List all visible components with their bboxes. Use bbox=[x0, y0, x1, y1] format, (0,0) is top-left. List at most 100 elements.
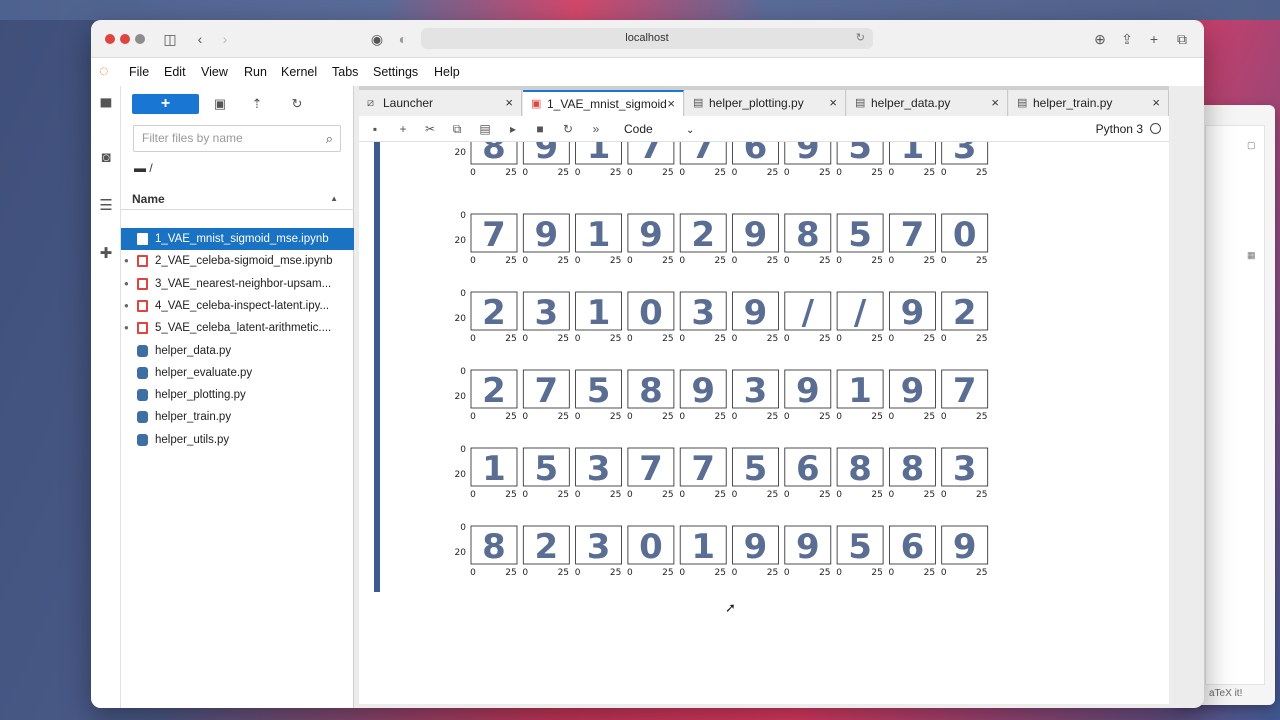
close-tab-icon[interactable]: × bbox=[667, 92, 675, 116]
close-tab-icon[interactable]: × bbox=[991, 90, 999, 116]
close-tab-icon[interactable]: × bbox=[829, 90, 837, 116]
zoom-window-button[interactable] bbox=[135, 34, 145, 44]
menu-file[interactable]: File bbox=[129, 58, 149, 86]
x-tick-label: 0 bbox=[679, 490, 685, 500]
minimize-window-button[interactable] bbox=[120, 34, 130, 44]
new-launcher-button[interactable]: + bbox=[132, 94, 199, 114]
extensions-icon[interactable]: ✚ bbox=[96, 244, 116, 264]
x-tick-label: 25 bbox=[714, 568, 725, 578]
x-tick-label: 0 bbox=[836, 568, 842, 578]
digit-glyph: 9 bbox=[796, 527, 820, 567]
notebook-panel[interactable]: 8 0 25 9 0 25 1 0 25 7 0 25 7 0 25 6 0 25 9 0 25 5 0 25 1 0 25 3 0 25… bbox=[359, 142, 1169, 704]
file-item[interactable]: helper_data.py bbox=[121, 340, 354, 362]
kernel-indicator[interactable]: Python 3 bbox=[1096, 116, 1161, 142]
file-item[interactable]: 1_VAE_mnist_sigmoid_mse.ipynb bbox=[121, 228, 354, 250]
file-list-header[interactable]: Name ▲ bbox=[121, 188, 354, 210]
notebook-icon bbox=[137, 277, 148, 290]
tab-helper-train-py[interactable]: ▤ helper_train.py × bbox=[1009, 90, 1169, 116]
x-tick-label: 0 bbox=[732, 412, 738, 422]
stop-icon[interactable]: ■ bbox=[530, 119, 550, 139]
file-item[interactable]: helper_utils.py bbox=[121, 429, 354, 451]
digit-panel: 10 25 bbox=[470, 447, 518, 500]
breadcrumb[interactable]: ▬ / bbox=[134, 161, 153, 177]
address-bar[interactable]: localhost ↻ bbox=[421, 28, 873, 49]
digit-panel: 90 25 bbox=[941, 525, 989, 578]
tab-launcher[interactable]: ⧄ Launcher × bbox=[359, 90, 522, 116]
digit-panel: 30 25 bbox=[522, 291, 570, 344]
back-icon[interactable]: ‹ bbox=[191, 30, 209, 48]
fast-forward-icon[interactable]: » bbox=[586, 119, 606, 139]
insert-cell-icon[interactable]: + bbox=[393, 119, 413, 139]
reload-icon[interactable]: ↻ bbox=[856, 28, 865, 49]
digit-glyph: 2 bbox=[482, 371, 506, 411]
digit-panel: 60 25 bbox=[732, 142, 779, 178]
digit-panel: 30 25 bbox=[941, 447, 989, 500]
digit-panel: 30 25 bbox=[732, 369, 779, 422]
run-icon[interactable]: ▸ bbox=[503, 119, 523, 139]
x-tick-label: 25 bbox=[714, 168, 725, 178]
file-name: helper_utils.py bbox=[155, 433, 230, 446]
x-tick-label: 25 bbox=[819, 168, 830, 178]
close-window-button[interactable] bbox=[105, 34, 115, 44]
x-tick-label: 25 bbox=[767, 168, 778, 178]
paste-icon[interactable]: ▤ bbox=[475, 119, 495, 139]
download-icon[interactable]: ⊕ bbox=[1091, 30, 1109, 48]
digit-panel: 90 25 bbox=[732, 525, 779, 578]
x-tick-label: 25 bbox=[610, 256, 621, 266]
notebook-icon bbox=[137, 233, 148, 245]
digit-panel: 20 25 bbox=[470, 291, 518, 344]
cut-icon[interactable]: ✂ bbox=[420, 119, 440, 139]
menu-view[interactable]: View bbox=[201, 58, 228, 86]
new-tab-icon[interactable]: + bbox=[1145, 30, 1163, 48]
copy-icon[interactable]: ⧉ bbox=[447, 119, 467, 139]
digit-glyph: 9 bbox=[901, 293, 925, 333]
reader-icon[interactable]: ◐ bbox=[394, 30, 412, 48]
close-tab-icon[interactable]: × bbox=[1152, 90, 1160, 116]
digit-glyph: 9 bbox=[744, 215, 768, 255]
file-icon: ▤ bbox=[855, 97, 866, 109]
file-item[interactable]: ● 5_VAE_celeba_latent-arithmetic.... bbox=[121, 317, 354, 339]
x-tick-label: 0 bbox=[575, 490, 581, 500]
privacy-icon[interactable]: ◉ bbox=[368, 30, 386, 48]
filter-files-input[interactable]: Filter files by name ⌕ bbox=[133, 125, 341, 152]
share-icon[interactable]: ⇪ bbox=[1118, 30, 1136, 48]
python-icon bbox=[137, 433, 148, 446]
new-folder-icon[interactable]: ▣ bbox=[210, 94, 230, 114]
x-tick-label: 0 bbox=[522, 334, 528, 344]
forward-icon[interactable]: › bbox=[216, 30, 234, 48]
digit-panel: 10 25 bbox=[836, 369, 884, 422]
x-tick-label: 25 bbox=[924, 490, 935, 500]
folder-icon[interactable]: ▀ bbox=[96, 98, 116, 118]
file-item[interactable]: ● 2_VAE_celeba-sigmoid_mse.ipynb bbox=[121, 250, 354, 272]
y-tick-label: 20 bbox=[455, 548, 467, 558]
save-icon[interactable]: ▪ bbox=[365, 119, 385, 139]
x-tick-label: 25 bbox=[819, 568, 830, 578]
table-of-contents-icon[interactable]: ☰ bbox=[96, 196, 116, 216]
file-item[interactable]: helper_plotting.py bbox=[121, 384, 354, 406]
menu-help[interactable]: Help bbox=[434, 58, 460, 86]
tab-helper-plotting-py[interactable]: ▤ helper_plotting.py × bbox=[685, 90, 846, 116]
menu-run[interactable]: Run bbox=[244, 58, 267, 86]
upload-icon[interactable]: ⇡ bbox=[247, 94, 267, 114]
digit-glyph: 6 bbox=[744, 142, 768, 167]
tab-helper-data-py[interactable]: ▤ helper_data.py × bbox=[847, 90, 1008, 116]
file-item[interactable]: helper_train.py bbox=[121, 406, 354, 428]
menu-tabs[interactable]: Tabs bbox=[332, 58, 358, 86]
tab-overview-icon[interactable]: ⧉ bbox=[1173, 30, 1191, 48]
refresh-icon[interactable]: ↻ bbox=[287, 94, 307, 114]
cell-collapser[interactable] bbox=[374, 142, 380, 592]
menu-kernel[interactable]: Kernel bbox=[281, 58, 317, 86]
notebook-icon bbox=[137, 299, 148, 312]
file-item[interactable]: ● 4_VAE_celeba-inspect-latent.ipy... bbox=[121, 295, 354, 317]
menu-settings[interactable]: Settings bbox=[373, 58, 418, 86]
menu-edit[interactable]: Edit bbox=[164, 58, 186, 86]
restart-icon[interactable]: ↻ bbox=[558, 119, 578, 139]
tab-1-vae-mnist-sigmoid[interactable]: ▣ 1_VAE_mnist_sigmoid × bbox=[523, 90, 684, 116]
file-item[interactable]: helper_evaluate.py bbox=[121, 362, 354, 384]
python-icon bbox=[137, 366, 148, 379]
close-tab-icon[interactable]: × bbox=[505, 90, 513, 116]
file-item[interactable]: ● 3_VAE_nearest-neighbor-upsam... bbox=[121, 273, 354, 295]
sidebar-toggle-icon[interactable]: ◫ bbox=[161, 30, 179, 48]
cell-type-select[interactable]: Code ⌄ bbox=[624, 116, 694, 142]
running-sessions-icon[interactable]: ◙ bbox=[96, 148, 116, 168]
